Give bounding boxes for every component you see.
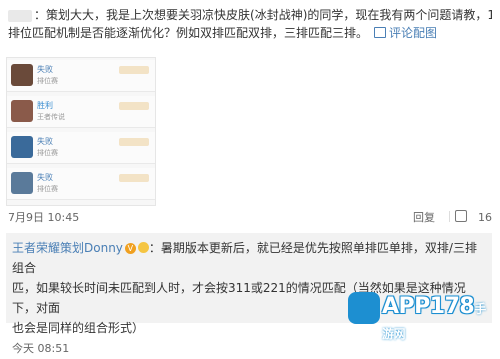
- post-username-separator: ：: [34, 8, 47, 22]
- emoji-icon: [137, 242, 149, 253]
- hero-avatar: [11, 100, 33, 122]
- post-text-line-1: 策划大大，我是上次想要关羽凉快皮肤(冰封战神)的同学，现在我有两个问题请教，1.: [46, 8, 492, 22]
- match-row: 失败 排位赛: [7, 168, 155, 200]
- match-result: 失败: [37, 137, 53, 146]
- reply-button[interactable]: 回复: [413, 211, 435, 224]
- match-row: 失败 排位赛: [7, 60, 155, 92]
- match-result: 失败: [37, 65, 53, 74]
- verified-badge-icon: V: [124, 243, 136, 254]
- redacted-username[interactable]: [8, 9, 32, 22]
- thumbs-up-icon: [454, 210, 467, 222]
- attached-screenshot[interactable]: 失败 排位赛 胜利 王者传说 失败 排位赛 失败 排位赛: [6, 57, 156, 206]
- reply-line-1: 王者荣耀策划Donny V ：暑期版本更新后，就已经是优先按照单排匹单排，双排/三排…: [12, 238, 486, 278]
- match-mode: 排位赛: [37, 77, 58, 85]
- match-row: 胜利 王者传说: [7, 96, 155, 128]
- match-badge: [119, 66, 149, 74]
- match-badge: [119, 102, 149, 110]
- match-mode: 排位赛: [37, 185, 58, 193]
- match-badge: [119, 174, 149, 182]
- match-badge: [119, 138, 149, 146]
- action-divider: [449, 211, 450, 222]
- weibo-comment-page: ：策划大大，我是上次想要关羽凉快皮肤(冰封战神)的同学，现在我有两个问题请教，1…: [0, 0, 500, 355]
- match-result: 失败: [37, 173, 53, 182]
- match-mode: 排位赛: [37, 149, 58, 157]
- like-count: 16: [478, 211, 492, 224]
- hero-avatar: [11, 136, 33, 158]
- match-row: 失败 排位赛: [7, 132, 155, 164]
- app178-logo-icon: [348, 292, 380, 324]
- view-image-link[interactable]: 评论配图: [374, 26, 437, 40]
- post-timestamp: 7月9日 10:45: [8, 211, 80, 224]
- reply-author-link[interactable]: 王者荣耀策划Donny: [12, 241, 123, 255]
- image-icon: [374, 27, 387, 38]
- post-line-1: ：策划大大，我是上次想要关羽凉快皮肤(冰封战神)的同学，现在我有两个问题请教，1…: [8, 6, 492, 24]
- hero-avatar: [11, 64, 33, 86]
- match-mode: 王者传说: [37, 113, 65, 121]
- post-body: ：策划大大，我是上次想要关羽凉快皮肤(冰封战神)的同学，现在我有两个问题请教，1…: [0, 0, 500, 42]
- post-line-2: 排位匹配机制是否能逐渐优化？例如双排匹配双排，三排匹配三排。 评论配图: [8, 24, 492, 42]
- view-image-label: 评论配图: [389, 26, 438, 40]
- watermark-brand: APP178手游网: [382, 294, 496, 344]
- like-button[interactable]: 16: [447, 210, 492, 224]
- app178-watermark: APP178手游网: [346, 288, 496, 341]
- match-result: 胜利: [37, 101, 53, 110]
- watermark-brand-text: APP178: [382, 294, 475, 319]
- post-text-line-2: 排位匹配机制是否能逐渐优化？例如双排匹配双排，三排匹配三排。: [8, 26, 369, 40]
- hero-avatar: [11, 172, 33, 194]
